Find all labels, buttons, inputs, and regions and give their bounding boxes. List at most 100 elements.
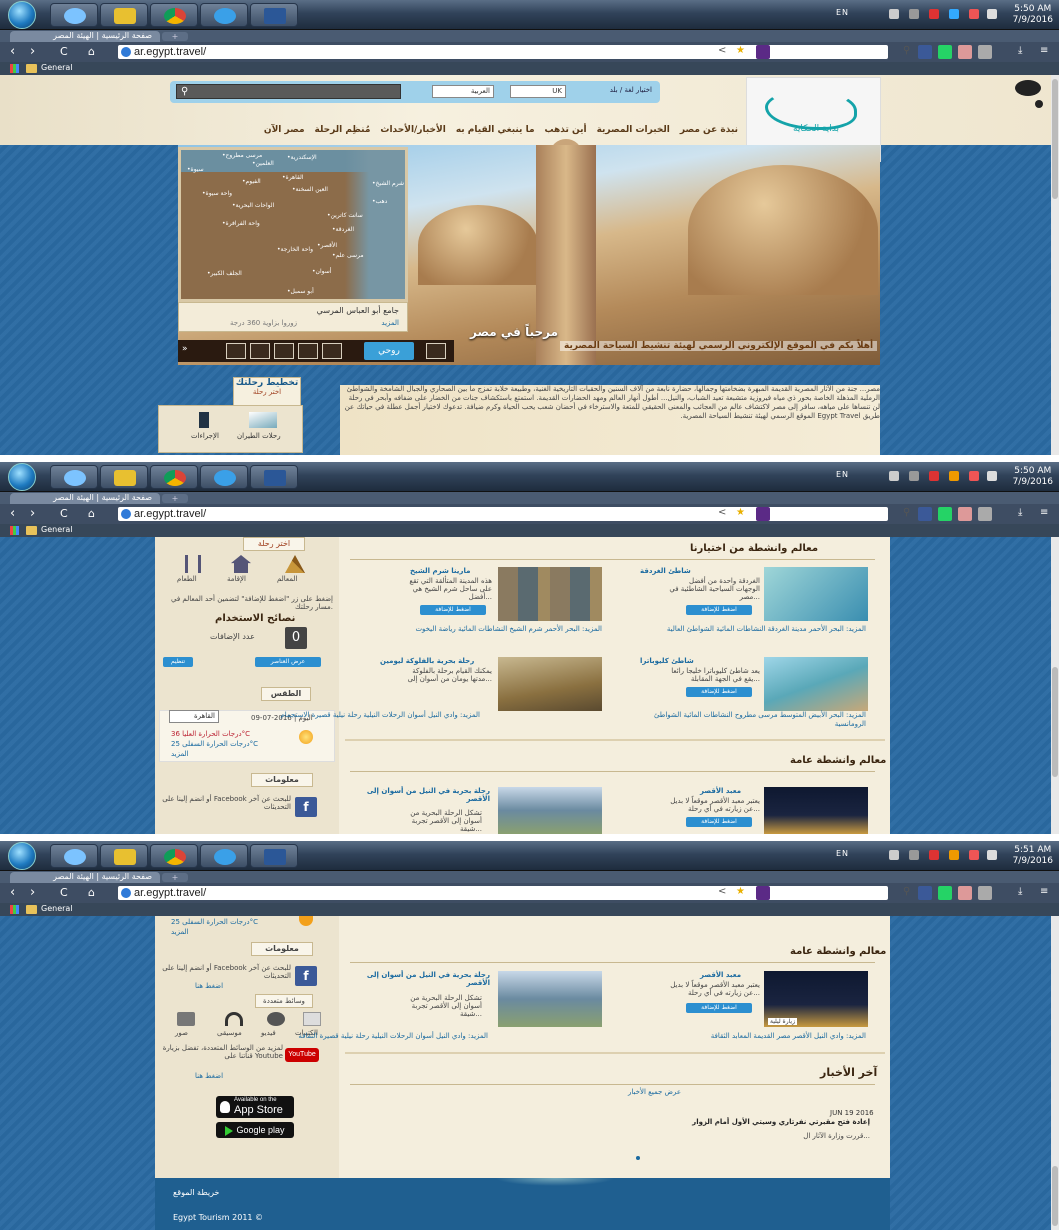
nav-item-egypt-now[interactable]: مصر الآن: [264, 125, 305, 143]
menu-icon[interactable]: ≡: [1040, 45, 1048, 56]
map-place[interactable]: مرسى علم: [331, 252, 364, 259]
weather-more-link[interactable]: المزيد: [171, 750, 189, 758]
card-image-sharm-marina[interactable]: [498, 567, 602, 621]
system-clock[interactable]: 5:50 AM 7/9/2016: [1013, 466, 1053, 488]
tray-app-icon[interactable]: [949, 471, 959, 481]
browser-tab[interactable]: صفحة الرئيسية | الهيئة المصر: [10, 872, 160, 883]
add-button[interactable]: اضغط للإضافة: [686, 1003, 752, 1013]
back-button[interactable]: ‹: [10, 44, 15, 60]
star-bookmark-icon[interactable]: ★: [736, 45, 745, 56]
antivirus-icon[interactable]: [929, 850, 939, 860]
show-selected-button[interactable]: عرض العناصر: [255, 657, 321, 667]
whatsapp-extension-icon[interactable]: [938, 886, 952, 900]
weather-city-select[interactable]: القاهرة: [169, 710, 219, 723]
new-tab-button[interactable]: +: [162, 32, 188, 41]
card-image-luxor-temple[interactable]: زيارة ليلية: [764, 971, 868, 1027]
filter-icon-2[interactable]: [250, 343, 270, 359]
card-image-nile-cruise[interactable]: [498, 787, 602, 834]
facebook-extension-icon[interactable]: [918, 886, 932, 900]
share-icon[interactable]: <: [718, 507, 726, 518]
url-field[interactable]: ar.egypt.travel/: [118, 45, 888, 59]
nav-item-about[interactable]: نبذة عن مصر: [680, 125, 738, 143]
card-tags[interactable]: المزيد: البحر الأبيض المتوسط مرسى مطروح …: [636, 711, 866, 729]
apps-icon[interactable]: [10, 905, 19, 914]
ie-browser-taskbar-icon[interactable]: [200, 844, 248, 868]
cat-accommodation[interactable]: الإقامة: [227, 575, 246, 583]
filter-icon-1[interactable]: [226, 343, 246, 359]
reload-button[interactable]: C: [60, 885, 68, 901]
flag-icon[interactable]: [969, 850, 979, 860]
add-button[interactable]: اضغط للإضافة: [686, 817, 752, 827]
map-place[interactable]: الإسكندرية: [286, 154, 317, 161]
start-orb-icon[interactable]: [8, 842, 36, 870]
url-field[interactable]: ar.egypt.travel/: [118, 886, 888, 900]
new-tab-button[interactable]: +: [162, 494, 188, 503]
share-icon[interactable]: <: [718, 45, 726, 56]
word-taskbar-icon[interactable]: [250, 3, 298, 27]
ie-browser-taskbar-icon[interactable]: [200, 465, 248, 489]
map-caption-360[interactable]: زوروا بزاوية 360 درجة: [230, 319, 297, 327]
start-orb-icon[interactable]: [8, 1, 36, 29]
whatsapp-extension-icon[interactable]: [938, 507, 952, 521]
tray-app-icon[interactable]: [949, 850, 959, 860]
ie-taskbar-icon[interactable]: [50, 465, 98, 489]
facebook-icon[interactable]: f: [295, 797, 317, 817]
network-icon[interactable]: [889, 471, 899, 481]
url-field[interactable]: ar.egypt.travel/: [118, 507, 888, 521]
apps-icon[interactable]: [10, 64, 19, 73]
filter-spiritual-button[interactable]: روحي: [364, 342, 414, 360]
map-place[interactable]: شرم الشيخ: [371, 180, 405, 187]
map-place[interactable]: القاهرة: [281, 174, 304, 181]
home-button[interactable]: ⌂: [88, 885, 95, 901]
map-place[interactable]: العين السخنة: [291, 186, 328, 193]
card-tags[interactable]: المزيد: وادي النيل أسوان الرحلات النيلية…: [250, 711, 480, 720]
map-place[interactable]: الواحات البحرية: [231, 202, 275, 209]
filter-icon-3[interactable]: [274, 343, 294, 359]
zoom-icon[interactable]: ⚲: [903, 45, 910, 56]
card-tags[interactable]: المزيد: وادي النيل أسوان الرحلات النيلية…: [258, 1032, 488, 1041]
media-tab[interactable]: وسائط متعددة: [255, 994, 313, 1008]
map-place[interactable]: واحة الخارجة: [276, 246, 313, 253]
map-caption-title[interactable]: جامع أبو العباس المرسي: [317, 306, 399, 315]
organize-button[interactable]: تنظيم: [163, 657, 193, 667]
language-indicator[interactable]: EN: [836, 8, 849, 17]
trip-planner-box[interactable]: تخطيط رحلتك اختر رحلة: [233, 377, 301, 407]
yahoo-extension-icon[interactable]: [756, 45, 770, 59]
card-image-cleopatra[interactable]: [764, 657, 868, 711]
ie-taskbar-icon[interactable]: [50, 844, 98, 868]
card-title[interactable]: شاطئ كليوباترا: [640, 657, 694, 665]
map-place[interactable]: العلمين: [251, 160, 274, 167]
ie-browser-taskbar-icon[interactable]: [200, 3, 248, 27]
nav-item-experiences[interactable]: الخبرات المصرية: [597, 125, 670, 143]
filter-next-icon[interactable]: »: [182, 344, 188, 354]
add-button[interactable]: اضغط للإضافة: [686, 605, 752, 615]
app-taskbar-icon[interactable]: [100, 3, 148, 27]
home-button[interactable]: ⌂: [88, 44, 95, 60]
visas-link[interactable]: الإجراءات: [191, 432, 219, 440]
map-place[interactable]: الجلف الكبير: [206, 270, 242, 277]
volume-icon[interactable]: [909, 9, 919, 19]
map-place[interactable]: الغردقة: [331, 226, 354, 233]
youtube-icon[interactable]: YouTube: [285, 1048, 319, 1062]
appstore-badge[interactable]: Available on the App Store: [216, 1096, 294, 1118]
flights-link[interactable]: رحلات الطيران: [237, 432, 281, 440]
whatsapp-extension-icon[interactable]: [938, 45, 952, 59]
download-icon[interactable]: ⤓: [1018, 507, 1022, 518]
card-tags[interactable]: المزيد: وادي النيل الأقصر مصر القديمة ال…: [636, 1032, 866, 1041]
zoom-icon[interactable]: ⚲: [903, 886, 910, 897]
new-tab-button[interactable]: +: [162, 873, 188, 882]
cat-landmarks[interactable]: المعالم: [277, 575, 297, 583]
map-caption-more[interactable]: المزيد: [381, 319, 399, 327]
nav-item-news-events[interactable]: الأخبار/الأحداث: [380, 125, 445, 143]
country-select[interactable]: UK: [510, 85, 566, 98]
scroll-thumb[interactable]: [1052, 79, 1058, 199]
chrome-taskbar-icon[interactable]: [150, 465, 198, 489]
filter-icon-4[interactable]: [298, 343, 318, 359]
back-button[interactable]: ‹: [10, 885, 15, 901]
bookmark-folder-general[interactable]: General: [41, 904, 73, 913]
menu-icon[interactable]: ≡: [1040, 507, 1048, 518]
apps-icon[interactable]: [10, 526, 19, 535]
network-icon[interactable]: [889, 850, 899, 860]
card-title[interactable]: معبد الأقصر: [700, 787, 741, 795]
nav-item-things-to-do[interactable]: ما ينبغي القيام به: [456, 125, 535, 143]
